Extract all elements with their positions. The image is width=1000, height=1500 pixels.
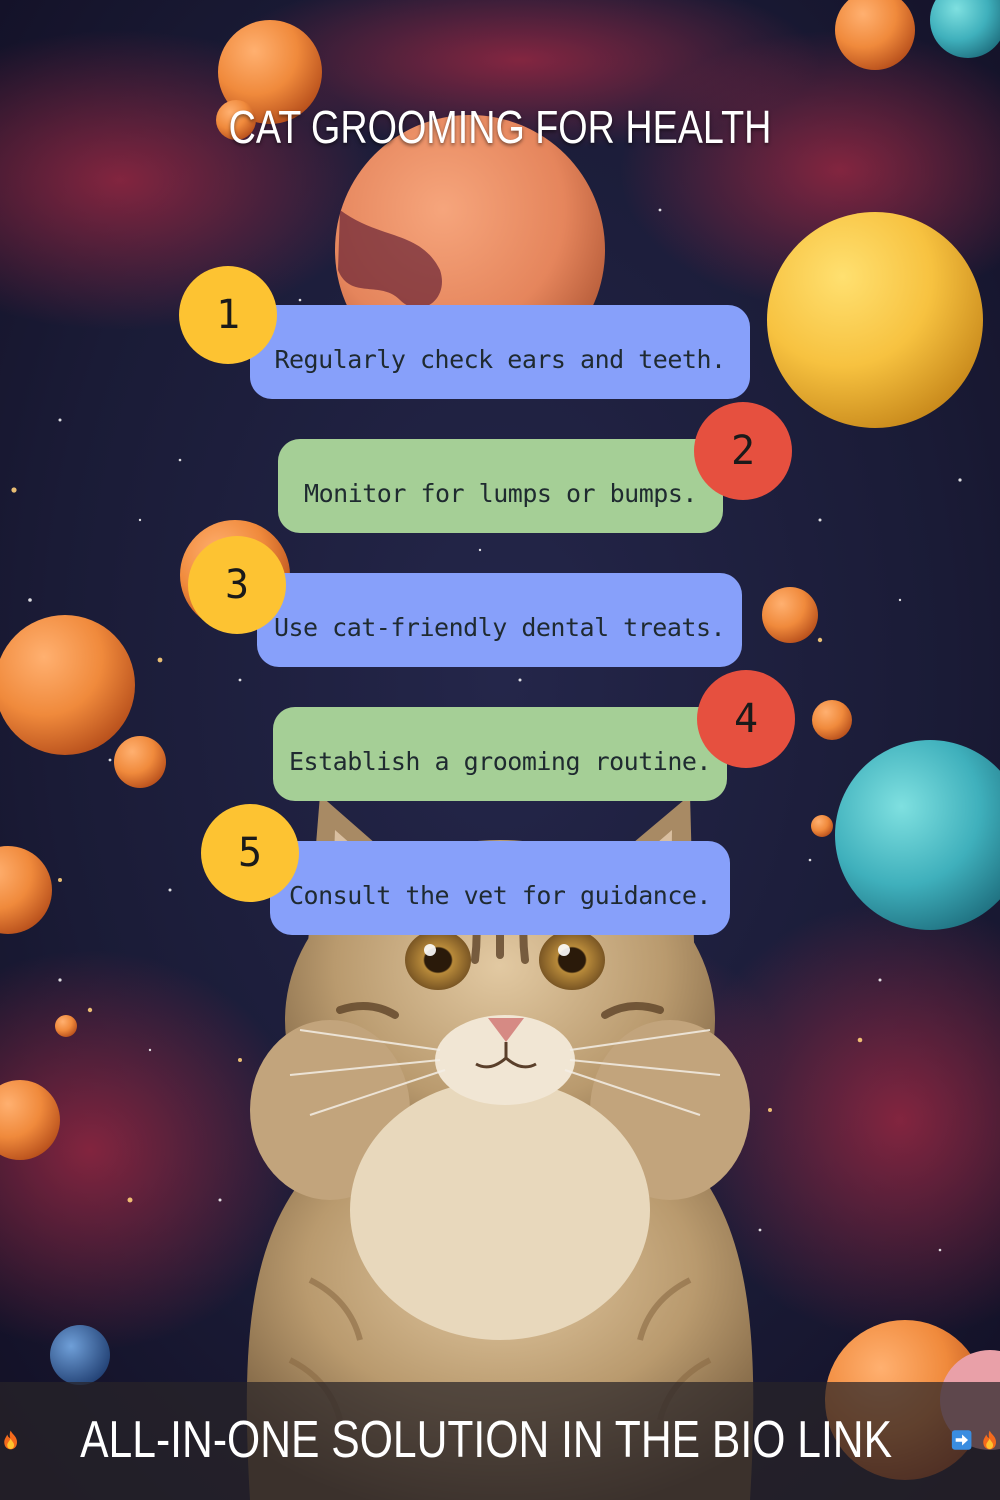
step-number-badge: 1: [179, 266, 277, 364]
step-text: Regularly check ears and teeth.: [274, 344, 726, 374]
step-number: 4: [733, 696, 759, 742]
step-number-badge: 3: [188, 536, 286, 634]
step-number: 2: [730, 428, 756, 474]
step-number-badge: 2: [694, 402, 792, 500]
cta-banner-content: ALL-IN-ONE SOLUTION IN THE BIO LINK: [0, 1400, 1000, 1480]
step-text: Establish a grooming routine.: [289, 746, 712, 776]
step-number-badge: 4: [697, 670, 795, 768]
infographic: CAT GROOMING FOR HEALTH Regularly check …: [0, 0, 1000, 1500]
fire-icon: [4, 1430, 18, 1450]
page-title: CAT GROOMING FOR HEALTH: [228, 101, 772, 153]
step-card-2: Monitor for lumps or bumps.: [278, 439, 723, 533]
step-text: Consult the vet for guidance.: [289, 880, 712, 910]
step-card-1: Regularly check ears and teeth.: [250, 305, 750, 399]
step-card-4: Establish a grooming routine.: [273, 707, 727, 801]
step-number: 5: [237, 830, 263, 876]
arrow-right-icon: [952, 1430, 972, 1450]
step-card-5: Consult the vet for guidance.: [270, 841, 730, 935]
step-number-badge: 5: [201, 804, 299, 902]
step-number: 3: [224, 562, 250, 608]
step-text: Monitor for lumps or bumps.: [304, 478, 697, 508]
cta-text: ALL-IN-ONE SOLUTION IN THE BIO LINK: [80, 1411, 893, 1469]
step-number: 1: [215, 292, 241, 338]
fire-icon: [982, 1430, 996, 1450]
step-card-3: Use cat-friendly dental treats.: [257, 573, 742, 667]
step-text: Use cat-friendly dental treats.: [273, 612, 726, 642]
